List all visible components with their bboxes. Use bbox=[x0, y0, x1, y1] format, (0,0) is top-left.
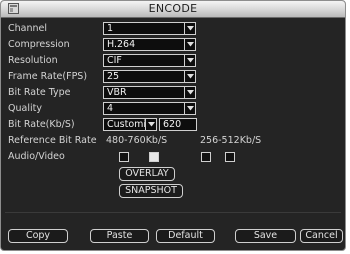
frame-rate-value: 25 bbox=[107, 71, 120, 82]
chevron-down-icon[interactable] bbox=[145, 119, 156, 130]
bit-rate-label: Bit Rate(Kb/S) bbox=[8, 119, 75, 130]
paste-button[interactable]: Paste bbox=[90, 229, 149, 243]
bit-rate-select-value: Customi bbox=[107, 119, 147, 130]
channel-label: Channel bbox=[8, 23, 48, 34]
audio-video-label: Audio/Video bbox=[8, 151, 65, 162]
resolution-select[interactable]: CIF bbox=[103, 54, 196, 67]
compression-label: Compression bbox=[8, 39, 70, 50]
chevron-down-icon[interactable] bbox=[184, 103, 195, 114]
main-stream-checkbox-2[interactable] bbox=[149, 152, 159, 162]
chevron-down-icon[interactable] bbox=[184, 71, 195, 82]
overlay-button[interactable]: OVERLAY bbox=[119, 167, 175, 181]
save-button[interactable]: Save bbox=[235, 229, 296, 243]
extra-stream-checkbox-1[interactable] bbox=[201, 152, 211, 162]
reference-bit-rate-extra: 256-512Kb/S bbox=[200, 135, 262, 146]
channel-value: 1 bbox=[107, 23, 114, 34]
frame-rate-label: Frame Rate(FPS) bbox=[8, 71, 88, 82]
cancel-button[interactable]: Cancel bbox=[300, 229, 343, 243]
frame-rate-select[interactable]: 25 bbox=[103, 70, 196, 83]
chevron-down-icon[interactable] bbox=[184, 55, 195, 66]
quality-label: Quality bbox=[8, 103, 42, 114]
resolution-label: Resolution bbox=[8, 55, 58, 66]
chevron-down-icon[interactable] bbox=[184, 39, 195, 50]
bit-rate-type-value: VBR bbox=[107, 87, 127, 98]
bit-rate-input-value: 620 bbox=[163, 119, 182, 130]
encode-dialog: ENCODE Channel 1 Compression H.264 Resol… bbox=[0, 0, 346, 251]
channel-select[interactable]: 1 bbox=[103, 22, 196, 35]
reference-bit-rate-main: 480-760Kb/S bbox=[106, 135, 168, 146]
bit-rate-type-select[interactable]: VBR bbox=[103, 86, 196, 99]
bit-rate-select[interactable]: Customi bbox=[103, 118, 157, 131]
snapshot-button[interactable]: SNAPSHOT bbox=[119, 184, 183, 198]
title-bar: ENCODE bbox=[1, 1, 345, 18]
extra-stream-checkbox-2[interactable] bbox=[225, 152, 235, 162]
footer-divider bbox=[5, 212, 341, 213]
quality-value: 4 bbox=[107, 103, 114, 114]
bit-rate-input[interactable]: 620 bbox=[159, 118, 197, 131]
quality-select[interactable]: 4 bbox=[103, 102, 196, 115]
window-title: ENCODE bbox=[148, 2, 198, 15]
compression-select[interactable]: H.264 bbox=[103, 38, 196, 51]
copy-button[interactable]: Copy bbox=[8, 229, 68, 243]
chevron-down-icon[interactable] bbox=[184, 23, 195, 34]
main-stream-checkbox-1[interactable] bbox=[119, 152, 129, 162]
bit-rate-type-label: Bit Rate Type bbox=[8, 87, 71, 98]
reference-bit-rate-label: Reference Bit Rate bbox=[8, 135, 97, 146]
default-button[interactable]: Default bbox=[156, 229, 215, 243]
compression-value: H.264 bbox=[107, 39, 136, 50]
chevron-down-icon[interactable] bbox=[184, 87, 195, 98]
resolution-value: CIF bbox=[107, 55, 122, 66]
